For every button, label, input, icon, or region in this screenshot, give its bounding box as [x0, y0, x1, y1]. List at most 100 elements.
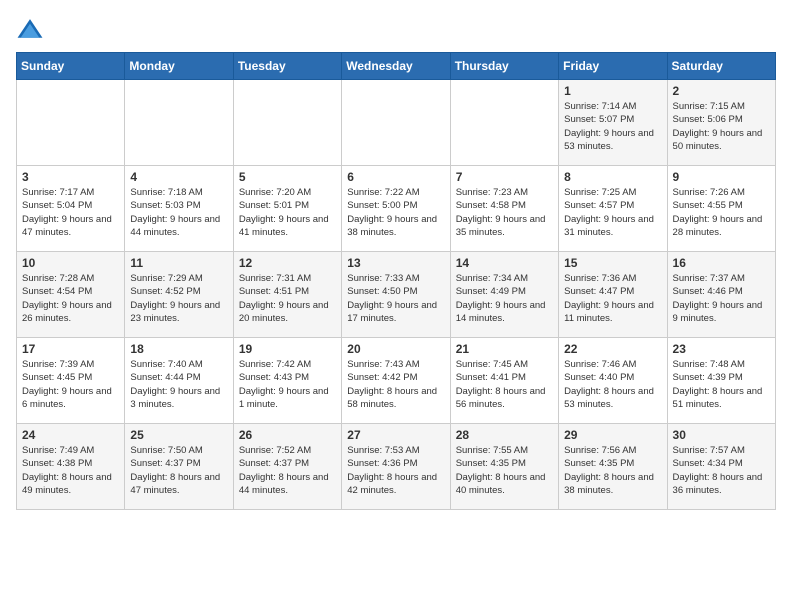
- logo: [16, 16, 46, 44]
- day-cell: 23 Sunrise: 7:48 AM Sunset: 4:39 PM Dayli…: [667, 338, 775, 424]
- day-cell: 7 Sunrise: 7:23 AM Sunset: 4:58 PM Daylig…: [450, 166, 558, 252]
- day-info: Sunrise: 7:18 AM Sunset: 5:03 PM Dayligh…: [130, 186, 227, 239]
- header-thursday: Thursday: [450, 53, 558, 80]
- day-info: Sunrise: 7:46 AM Sunset: 4:40 PM Dayligh…: [564, 358, 661, 411]
- day-info: Sunrise: 7:43 AM Sunset: 4:42 PM Dayligh…: [347, 358, 444, 411]
- day-cell: 5 Sunrise: 7:20 AM Sunset: 5:01 PM Daylig…: [233, 166, 341, 252]
- day-cell: [17, 80, 125, 166]
- day-number: 1: [564, 84, 661, 98]
- day-number: 20: [347, 342, 444, 356]
- day-number: 14: [456, 256, 553, 270]
- day-info: Sunrise: 7:39 AM Sunset: 4:45 PM Dayligh…: [22, 358, 119, 411]
- day-number: 3: [22, 170, 119, 184]
- day-cell: 3 Sunrise: 7:17 AM Sunset: 5:04 PM Daylig…: [17, 166, 125, 252]
- day-cell: 22 Sunrise: 7:46 AM Sunset: 4:40 PM Dayli…: [559, 338, 667, 424]
- day-number: 24: [22, 428, 119, 442]
- day-info: Sunrise: 7:57 AM Sunset: 4:34 PM Dayligh…: [673, 444, 770, 497]
- day-cell: 12Sunrise: 7:31 AM Sunset: 4:51 PM Dayli…: [233, 252, 341, 338]
- header-sunday: Sunday: [17, 53, 125, 80]
- day-info: Sunrise: 7:42 AM Sunset: 4:43 PM Dayligh…: [239, 358, 336, 411]
- day-info: Sunrise: 7:49 AM Sunset: 4:38 PM Dayligh…: [22, 444, 119, 497]
- calendar-table: SundayMondayTuesdayWednesdayThursdayFrid…: [16, 52, 776, 510]
- day-info: Sunrise: 7:55 AM Sunset: 4:35 PM Dayligh…: [456, 444, 553, 497]
- day-cell: 13 Sunrise: 7:33 AM Sunset: 4:50 PM Dayli…: [342, 252, 450, 338]
- day-cell: [342, 80, 450, 166]
- day-info: Sunrise: 7:17 AM Sunset: 5:04 PM Dayligh…: [22, 186, 119, 239]
- day-number: 21: [456, 342, 553, 356]
- day-number: 19: [239, 342, 336, 356]
- day-info: Sunrise: 7:29 AM Sunset: 4:52 PM Dayligh…: [130, 272, 227, 325]
- header-friday: Friday: [559, 53, 667, 80]
- day-number: 23: [673, 342, 770, 356]
- day-number: 5: [239, 170, 336, 184]
- week-row-2: 3 Sunrise: 7:17 AM Sunset: 5:04 PM Daylig…: [17, 166, 776, 252]
- day-info: Sunrise: 7:52 AM Sunset: 4:37 PM Dayligh…: [239, 444, 336, 497]
- day-cell: [125, 80, 233, 166]
- day-info: Sunrise: 7:37 AM Sunset: 4:46 PM Dayligh…: [673, 272, 770, 325]
- day-info: Sunrise: 7:40 AM Sunset: 4:44 PM Dayligh…: [130, 358, 227, 411]
- day-info: Sunrise: 7:23 AM Sunset: 4:58 PM Dayligh…: [456, 186, 553, 239]
- day-cell: 15 Sunrise: 7:36 AM Sunset: 4:47 PM Dayli…: [559, 252, 667, 338]
- day-info: Sunrise: 7:48 AM Sunset: 4:39 PM Dayligh…: [673, 358, 770, 411]
- day-number: 2: [673, 84, 770, 98]
- day-cell: 18 Sunrise: 7:40 AM Sunset: 4:44 PM Dayli…: [125, 338, 233, 424]
- logo-icon: [16, 16, 44, 44]
- day-cell: 16 Sunrise: 7:37 AM Sunset: 4:46 PM Dayli…: [667, 252, 775, 338]
- week-row-1: 1 Sunrise: 7:14 AM Sunset: 5:07 PM Daylig…: [17, 80, 776, 166]
- day-number: 30: [673, 428, 770, 442]
- day-info: Sunrise: 7:20 AM Sunset: 5:01 PM Dayligh…: [239, 186, 336, 239]
- header-saturday: Saturday: [667, 53, 775, 80]
- day-cell: [233, 80, 341, 166]
- week-row-5: 24 Sunrise: 7:49 AM Sunset: 4:38 PM Dayli…: [17, 424, 776, 510]
- header-monday: Monday: [125, 53, 233, 80]
- day-cell: 4 Sunrise: 7:18 AM Sunset: 5:03 PM Daylig…: [125, 166, 233, 252]
- day-info: Sunrise: 7:56 AM Sunset: 4:35 PM Dayligh…: [564, 444, 661, 497]
- day-number: 7: [456, 170, 553, 184]
- day-info: Sunrise: 7:25 AM Sunset: 4:57 PM Dayligh…: [564, 186, 661, 239]
- day-cell: 26 Sunrise: 7:52 AM Sunset: 4:37 PM Dayli…: [233, 424, 341, 510]
- day-cell: 1 Sunrise: 7:14 AM Sunset: 5:07 PM Daylig…: [559, 80, 667, 166]
- day-number: 9: [673, 170, 770, 184]
- day-number: 13: [347, 256, 444, 270]
- day-info: Sunrise: 7:26 AM Sunset: 4:55 PM Dayligh…: [673, 186, 770, 239]
- day-cell: 30 Sunrise: 7:57 AM Sunset: 4:34 PM Dayli…: [667, 424, 775, 510]
- day-number: 6: [347, 170, 444, 184]
- day-cell: 6 Sunrise: 7:22 AM Sunset: 5:00 PM Daylig…: [342, 166, 450, 252]
- day-number: 28: [456, 428, 553, 442]
- page-header: [16, 16, 776, 44]
- header-wednesday: Wednesday: [342, 53, 450, 80]
- day-cell: 2 Sunrise: 7:15 AM Sunset: 5:06 PM Daylig…: [667, 80, 775, 166]
- day-number: 15: [564, 256, 661, 270]
- day-cell: 11 Sunrise: 7:29 AM Sunset: 4:52 PM Dayli…: [125, 252, 233, 338]
- day-cell: 19 Sunrise: 7:42 AM Sunset: 4:43 PM Dayli…: [233, 338, 341, 424]
- day-cell: 25Sunrise: 7:50 AM Sunset: 4:37 PM Dayli…: [125, 424, 233, 510]
- day-info: Sunrise: 7:45 AM Sunset: 4:41 PM Dayligh…: [456, 358, 553, 411]
- day-info: Sunrise: 7:53 AM Sunset: 4:36 PM Dayligh…: [347, 444, 444, 497]
- day-info: Sunrise: 7:36 AM Sunset: 4:47 PM Dayligh…: [564, 272, 661, 325]
- day-cell: 20 Sunrise: 7:43 AM Sunset: 4:42 PM Dayli…: [342, 338, 450, 424]
- day-cell: 14Sunrise: 7:34 AM Sunset: 4:49 PM Dayli…: [450, 252, 558, 338]
- day-cell: 21 Sunrise: 7:45 AM Sunset: 4:41 PM Dayli…: [450, 338, 558, 424]
- day-info: Sunrise: 7:14 AM Sunset: 5:07 PM Dayligh…: [564, 100, 661, 153]
- day-info: Sunrise: 7:33 AM Sunset: 4:50 PM Dayligh…: [347, 272, 444, 325]
- day-info: Sunrise: 7:28 AM Sunset: 4:54 PM Dayligh…: [22, 272, 119, 325]
- day-number: 10: [22, 256, 119, 270]
- header-tuesday: Tuesday: [233, 53, 341, 80]
- day-number: 22: [564, 342, 661, 356]
- day-number: 4: [130, 170, 227, 184]
- calendar-header-row: SundayMondayTuesdayWednesdayThursdayFrid…: [17, 53, 776, 80]
- day-number: 26: [239, 428, 336, 442]
- day-number: 11: [130, 256, 227, 270]
- day-cell: 29 Sunrise: 7:56 AM Sunset: 4:35 PM Dayli…: [559, 424, 667, 510]
- day-info: Sunrise: 7:22 AM Sunset: 5:00 PM Dayligh…: [347, 186, 444, 239]
- day-cell: 8Sunrise: 7:25 AM Sunset: 4:57 PM Daylig…: [559, 166, 667, 252]
- day-number: 18: [130, 342, 227, 356]
- day-number: 25: [130, 428, 227, 442]
- day-info: Sunrise: 7:15 AM Sunset: 5:06 PM Dayligh…: [673, 100, 770, 153]
- day-number: 16: [673, 256, 770, 270]
- day-number: 27: [347, 428, 444, 442]
- day-number: 29: [564, 428, 661, 442]
- day-number: 17: [22, 342, 119, 356]
- day-cell: 9 Sunrise: 7:26 AM Sunset: 4:55 PM Daylig…: [667, 166, 775, 252]
- day-cell: [450, 80, 558, 166]
